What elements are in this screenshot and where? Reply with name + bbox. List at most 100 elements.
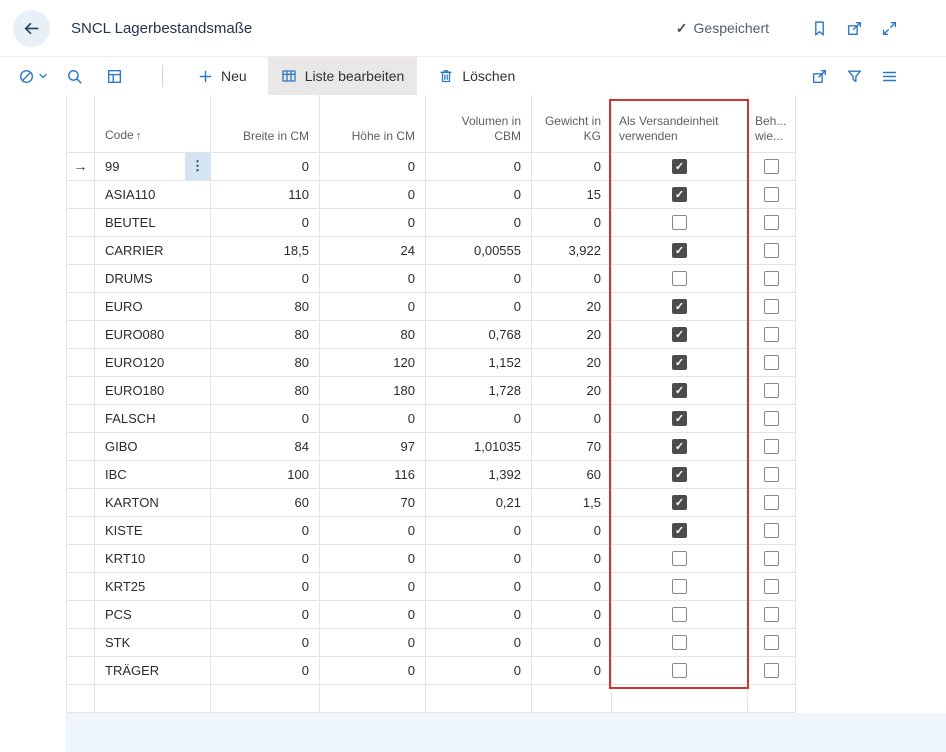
gewicht-cell[interactable]: 1,5 xyxy=(532,488,612,516)
versand-checkbox[interactable] xyxy=(672,187,687,202)
beh-checkbox[interactable] xyxy=(764,495,779,510)
row-select-cell[interactable] xyxy=(67,236,95,264)
beh-cell[interactable] xyxy=(748,544,796,572)
breite-cell[interactable]: 0 xyxy=(211,208,320,236)
bookmark-button[interactable] xyxy=(808,17,830,39)
back-button[interactable] xyxy=(13,10,50,47)
beh-cell[interactable] xyxy=(748,208,796,236)
share-button[interactable] xyxy=(808,65,830,87)
beh-checkbox[interactable] xyxy=(764,215,779,230)
hoehe-cell[interactable]: 0 xyxy=(320,152,426,180)
gewicht-cell[interactable]: 60 xyxy=(532,460,612,488)
breite-cell[interactable]: 110 xyxy=(211,180,320,208)
beh-checkbox[interactable] xyxy=(764,243,779,258)
gewicht-cell[interactable]: 0 xyxy=(532,208,612,236)
beh-cell[interactable] xyxy=(748,348,796,376)
gewicht-cell[interactable]: 0 xyxy=(532,516,612,544)
volumen-cell[interactable]: 0,21 xyxy=(426,488,532,516)
breite-cell[interactable]: 0 xyxy=(211,600,320,628)
gewicht-cell[interactable]: 0 xyxy=(532,628,612,656)
versand-checkbox[interactable] xyxy=(672,243,687,258)
hoehe-cell[interactable]: 116 xyxy=(320,460,426,488)
gewicht-cell[interactable]: 15 xyxy=(532,180,612,208)
row-select-cell[interactable] xyxy=(67,376,95,404)
breite-cell[interactable]: 60 xyxy=(211,488,320,516)
volumen-cell[interactable]: 1,392 xyxy=(426,460,532,488)
menu-button[interactable] xyxy=(878,65,900,87)
hoehe-cell[interactable]: 97 xyxy=(320,432,426,460)
table-row[interactable]: EURO120801201,15220 xyxy=(67,348,796,376)
table-row[interactable]: FALSCH0000 xyxy=(67,404,796,432)
gewicht-cell[interactable]: 3,922 xyxy=(532,236,612,264)
beh-checkbox[interactable] xyxy=(764,299,779,314)
versand-cell[interactable] xyxy=(612,376,748,404)
beh-cell[interactable] xyxy=(748,292,796,320)
beh-cell[interactable] xyxy=(748,152,796,180)
gewicht-cell[interactable]: 0 xyxy=(532,404,612,432)
code-cell[interactable]: KRT25 xyxy=(95,572,211,600)
volumen-cell[interactable]: 0 xyxy=(426,600,532,628)
versand-cell[interactable] xyxy=(612,180,748,208)
row-select-cell[interactable] xyxy=(67,320,95,348)
versand-cell[interactable] xyxy=(612,516,748,544)
breite-cell[interactable]: 0 xyxy=(211,404,320,432)
volumen-cell[interactable]: 0 xyxy=(426,572,532,600)
table-row[interactable]: TRÄGER0000 xyxy=(67,656,796,684)
header-code[interactable]: Code↑ xyxy=(95,95,211,152)
gewicht-cell[interactable]: 0 xyxy=(532,264,612,292)
beh-cell[interactable] xyxy=(748,516,796,544)
hoehe-cell[interactable]: 0 xyxy=(320,628,426,656)
gewicht-cell[interactable]: 20 xyxy=(532,348,612,376)
code-cell[interactable]: KARTON xyxy=(95,488,211,516)
breite-cell[interactable]: 80 xyxy=(211,320,320,348)
code-cell[interactable]: IBC xyxy=(95,460,211,488)
versand-cell[interactable] xyxy=(612,656,748,684)
hoehe-cell[interactable]: 70 xyxy=(320,488,426,516)
versand-checkbox[interactable] xyxy=(672,355,687,370)
versand-checkbox[interactable] xyxy=(672,663,687,678)
hoehe-cell[interactable]: 24 xyxy=(320,236,426,264)
breite-cell[interactable]: 0 xyxy=(211,516,320,544)
beh-cell[interactable] xyxy=(748,236,796,264)
versand-cell[interactable] xyxy=(612,152,748,180)
code-cell[interactable]: 99⋮ xyxy=(95,152,211,180)
table-row[interactable]: KRT100000 xyxy=(67,544,796,572)
beh-cell[interactable] xyxy=(748,600,796,628)
table-row[interactable]: KARTON60700,211,5 xyxy=(67,488,796,516)
beh-checkbox[interactable] xyxy=(764,327,779,342)
header-gewicht[interactable]: Gewicht in KG xyxy=(532,95,612,152)
breite-cell[interactable]: 0 xyxy=(211,544,320,572)
hoehe-cell[interactable]: 180 xyxy=(320,376,426,404)
code-cell[interactable]: KISTE xyxy=(95,516,211,544)
hoehe-cell[interactable]: 0 xyxy=(320,544,426,572)
versand-cell[interactable] xyxy=(612,264,748,292)
versand-checkbox[interactable] xyxy=(672,383,687,398)
hoehe-cell[interactable]: 0 xyxy=(320,404,426,432)
volumen-cell[interactable]: 0 xyxy=(426,152,532,180)
row-select-cell[interactable] xyxy=(67,348,95,376)
beh-checkbox[interactable] xyxy=(764,579,779,594)
versand-cell[interactable] xyxy=(612,600,748,628)
versand-checkbox[interactable] xyxy=(672,327,687,342)
beh-checkbox[interactable] xyxy=(764,635,779,650)
hoehe-cell[interactable]: 0 xyxy=(320,180,426,208)
versand-checkbox[interactable] xyxy=(672,411,687,426)
search-button[interactable] xyxy=(58,60,90,92)
versand-checkbox[interactable] xyxy=(672,607,687,622)
gewicht-cell[interactable]: 0 xyxy=(532,600,612,628)
beh-checkbox[interactable] xyxy=(764,187,779,202)
breite-cell[interactable]: 80 xyxy=(211,292,320,320)
versand-checkbox[interactable] xyxy=(672,159,687,174)
edit-list-button[interactable]: Liste bearbeiten xyxy=(268,57,418,95)
hoehe-cell[interactable]: 0 xyxy=(320,292,426,320)
versand-cell[interactable] xyxy=(612,348,748,376)
versand-checkbox[interactable] xyxy=(672,215,687,230)
table-row[interactable]: KRT250000 xyxy=(67,572,796,600)
beh-cell[interactable] xyxy=(748,460,796,488)
row-select-cell[interactable] xyxy=(67,180,95,208)
hoehe-cell[interactable]: 120 xyxy=(320,348,426,376)
breite-cell[interactable]: 18,5 xyxy=(211,236,320,264)
beh-cell[interactable] xyxy=(748,656,796,684)
hoehe-cell[interactable]: 0 xyxy=(320,600,426,628)
gewicht-cell[interactable]: 0 xyxy=(532,656,612,684)
